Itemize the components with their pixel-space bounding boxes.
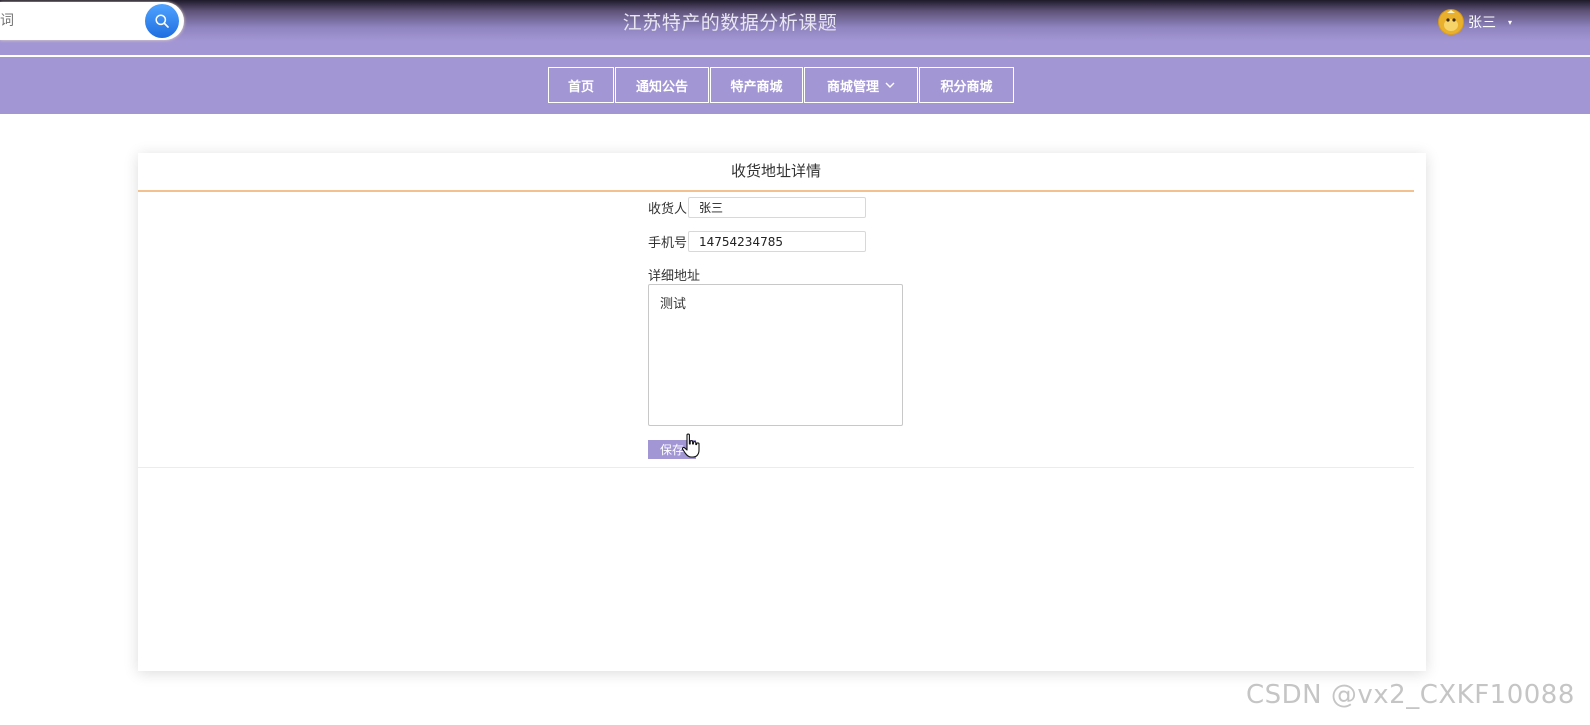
main-nav: 首页 通知公告 特产商城 商城管理 积分商城 [0,57,1590,114]
nav-item-specialty-shop[interactable]: 特产商城 [710,67,803,103]
nav-item-label: 通知公告 [635,79,688,95]
top-header: 江苏特产的数据分析课题 张三 ▾ [0,0,1590,55]
search-input[interactable] [0,2,140,40]
user-avatar[interactable] [1438,9,1464,35]
chevron-down-icon [885,82,895,89]
caret-down-icon[interactable]: ▾ [1508,18,1512,27]
address-detail-card: 收货地址详情 收货人 手机号 详细地址 测试 保存 [138,153,1426,671]
nav-item-label: 积分商城 [940,79,993,95]
save-button[interactable]: 保存 [648,440,696,459]
nav-list: 首页 通知公告 特产商城 商城管理 积分商城 [548,67,1015,103]
address-textarea[interactable]: 测试 [648,284,903,426]
phone-input[interactable] [688,231,866,252]
phone-label: 手机号 [648,236,688,251]
nav-item-label: 商城管理 [826,79,879,95]
nav-item-shop-management[interactable]: 商城管理 [804,67,918,103]
nav-item-home[interactable]: 首页 [548,67,614,103]
nav-item-label: 特产商城 [730,79,783,95]
form-divider [138,467,1414,468]
nav-item-notice[interactable]: 通知公告 [615,67,709,103]
nav-item-points-shop[interactable]: 积分商城 [919,67,1014,103]
recipient-label: 收货人 [648,202,688,217]
site-title: 江苏特产的数据分析课题 [622,12,838,34]
watermark: CSDN @vx2_CXKF10088 [1246,680,1575,710]
search-icon [155,14,169,28]
search-box [0,2,184,40]
address-label: 详细地址 [648,269,701,284]
search-button[interactable] [145,4,179,38]
user-name[interactable]: 张三 [1468,12,1496,32]
nav-item-label: 首页 [567,79,594,95]
page-title: 收货地址详情 [138,153,1414,192]
user-menu[interactable]: 张三 ▾ [1438,9,1512,35]
avatar-icon [1439,10,1463,34]
recipient-input[interactable] [688,197,866,218]
